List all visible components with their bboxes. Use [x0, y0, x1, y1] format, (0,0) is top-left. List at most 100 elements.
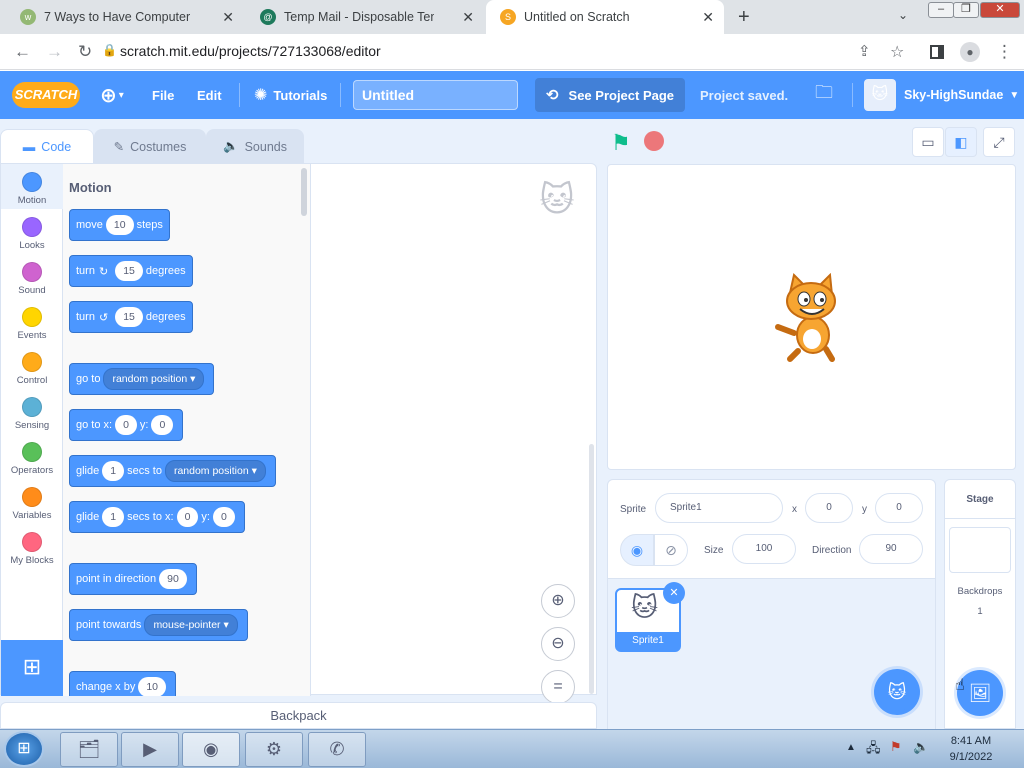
secs-input[interactable]: 1	[102, 507, 125, 527]
language-globe-icon[interactable]: ⊕ ▾	[100, 71, 124, 119]
category-sensing[interactable]: Sensing	[1, 397, 63, 431]
block-turn-right[interactable]: turn ↻ 15 degrees	[69, 255, 193, 287]
bookmark-star-icon[interactable]: ☆	[890, 42, 904, 62]
new-tab-icon[interactable]: +	[738, 6, 750, 29]
zoom-reset-button[interactable]: =	[541, 670, 575, 704]
target-dropdown[interactable]: mouse-pointer ▾	[144, 614, 238, 636]
hide-sprite-eye-icon[interactable]: ⊘	[654, 534, 688, 566]
x-input[interactable]: 0	[115, 415, 137, 435]
media-player-icon[interactable]: ▶	[121, 732, 179, 767]
my-stuff-folder-icon[interactable]: 🗀	[815, 71, 833, 119]
file-menu[interactable]: File	[152, 71, 174, 119]
side-panel-icon[interactable]	[930, 45, 944, 59]
share-icon[interactable]: ⇪	[858, 42, 871, 60]
stage-selector[interactable]: Stage Backdrops 1 🖼 ☝	[944, 479, 1016, 729]
normal-stage-button[interactable]: ◧	[945, 127, 977, 157]
block-go-to-xy[interactable]: go to x: 0 y: 0	[69, 409, 184, 441]
system-clock[interactable]: 8:41 AM 9/1/2022	[936, 733, 1006, 765]
tab-sounds[interactable]: 🔈 Sounds	[206, 129, 304, 163]
close-tab-icon[interactable]: ✕	[222, 9, 234, 26]
x-input[interactable]: 0	[805, 493, 853, 523]
steps-input[interactable]: 10	[105, 215, 134, 235]
browser-tab-scratch[interactable]: S Untitled on Scratch ✕	[486, 0, 724, 34]
maximize-button[interactable]: ❐	[953, 2, 979, 18]
direction-input[interactable]: 90	[159, 569, 187, 589]
choose-sprite-button[interactable]: 🐱	[874, 669, 920, 715]
secs-input[interactable]: 1	[102, 461, 125, 481]
degrees-input[interactable]: 15	[115, 307, 143, 327]
delete-sprite-trash-icon[interactable]: ✕	[663, 582, 685, 604]
change-input[interactable]: 10	[138, 677, 167, 696]
show-hidden-icons-icon[interactable]: ▲	[846, 742, 856, 753]
size-input[interactable]: 100	[732, 534, 796, 564]
reload-icon[interactable]: ↻	[78, 42, 92, 62]
forward-icon[interactable]: →	[46, 42, 63, 62]
close-tab-icon[interactable]: ✕	[702, 9, 714, 26]
browser-tab-wikihow[interactable]: w 7 Ways to Have Computer Fun - ✕	[6, 0, 244, 34]
start-button[interactable]: ⊞	[4, 731, 44, 767]
zoom-in-button[interactable]: ⊕	[541, 584, 575, 618]
tab-search-icon[interactable]: ⌄	[898, 8, 908, 22]
category-control[interactable]: Control	[1, 352, 63, 386]
cat-sprite-icon[interactable]	[768, 273, 854, 363]
category-sound[interactable]: Sound	[1, 262, 63, 296]
block-change-x[interactable]: change x by 10	[69, 671, 177, 696]
chrome-icon[interactable]: ◉	[182, 732, 240, 767]
backpack[interactable]: Backpack	[0, 702, 597, 729]
small-stage-button[interactable]: ▭	[912, 127, 944, 157]
block-point-towards[interactable]: point towards mouse-pointer ▾	[69, 609, 248, 641]
show-sprite-eye-icon[interactable]: ◉	[620, 534, 654, 566]
minimize-button[interactable]: –	[928, 2, 954, 18]
category-variables[interactable]: Variables	[1, 487, 63, 521]
sprite-name-input[interactable]: Sprite1	[655, 493, 783, 523]
category-events[interactable]: Events	[1, 307, 63, 341]
block-glide-to-xy[interactable]: glide 1 secs to x: 0 y: 0	[69, 501, 245, 533]
edit-menu[interactable]: Edit	[197, 71, 222, 119]
target-dropdown[interactable]: random position ▾	[164, 460, 266, 482]
direction-input[interactable]: 90	[859, 534, 923, 564]
account-menu[interactable]: Sky-HighSundae ▼	[904, 71, 1019, 119]
tab-costumes[interactable]: ✎ Costumes	[94, 129, 206, 163]
category-my-blocks[interactable]: My Blocks	[1, 532, 63, 566]
block-point-in-direction[interactable]: point in direction 90	[69, 563, 197, 595]
y-input[interactable]: 0	[875, 493, 923, 523]
stop-icon[interactable]	[644, 131, 664, 151]
volume-icon[interactable]: 🔈	[913, 739, 929, 755]
category-motion[interactable]: Motion	[1, 172, 63, 206]
y-input[interactable]: 0	[151, 415, 174, 435]
whatsapp-icon[interactable]: ✆	[308, 732, 366, 767]
block-glide-to[interactable]: glide 1 secs to random position ▾	[69, 455, 276, 487]
y-input[interactable]: 0	[212, 507, 235, 527]
degrees-input[interactable]: 15	[115, 261, 143, 281]
settings-gear-icon[interactable]: ⚙	[245, 732, 303, 767]
x-input[interactable]: 0	[176, 507, 199, 527]
close-tab-icon[interactable]: ✕	[462, 9, 474, 26]
target-dropdown[interactable]: random position ▾	[103, 368, 205, 390]
tab-code[interactable]: ▬ Code	[0, 129, 94, 163]
category-operators[interactable]: Operators	[1, 442, 63, 476]
profile-icon[interactable]: ●	[960, 42, 980, 62]
close-window-button[interactable]: ✕	[980, 2, 1020, 18]
back-icon[interactable]: ←	[14, 42, 31, 62]
block-go-to[interactable]: go to random position ▾	[69, 363, 215, 395]
category-looks[interactable]: Looks	[1, 217, 63, 251]
avatar[interactable]: 🐱	[864, 79, 896, 111]
block-move-steps[interactable]: move 10 steps	[69, 209, 170, 241]
network-icon[interactable]: 🖧	[866, 739, 881, 761]
add-extension-button[interactable]: ⊞	[1, 640, 63, 696]
project-title-input[interactable]: Untitled	[353, 80, 518, 110]
stage-canvas[interactable]	[607, 164, 1016, 470]
tutorials-button[interactable]: ✺ Tutorials	[254, 71, 327, 119]
browser-tab-tempmail[interactable]: @ Temp Mail - Disposable Tempora ✕	[246, 0, 484, 34]
fullscreen-button[interactable]: ⤢	[983, 127, 1015, 157]
zoom-out-button[interactable]: ⊖	[541, 627, 575, 661]
scratch-logo[interactable]: SCRATCH	[12, 82, 80, 108]
block-turn-left[interactable]: turn ↺ 15 degrees	[69, 301, 193, 333]
green-flag-icon[interactable]: ⚑	[611, 130, 631, 156]
menu-dots-icon[interactable]: ⋮	[996, 42, 1013, 62]
url-field[interactable]: scratch.mit.edu/projects/727133068/edito…	[120, 43, 381, 59]
action-center-flag-icon[interactable]: ⚑	[890, 739, 902, 755]
palette-scrollbar[interactable]	[301, 168, 307, 216]
file-explorer-icon[interactable]: 🗂	[60, 732, 118, 767]
see-project-page-button[interactable]: ⟲ See Project Page	[535, 78, 685, 112]
